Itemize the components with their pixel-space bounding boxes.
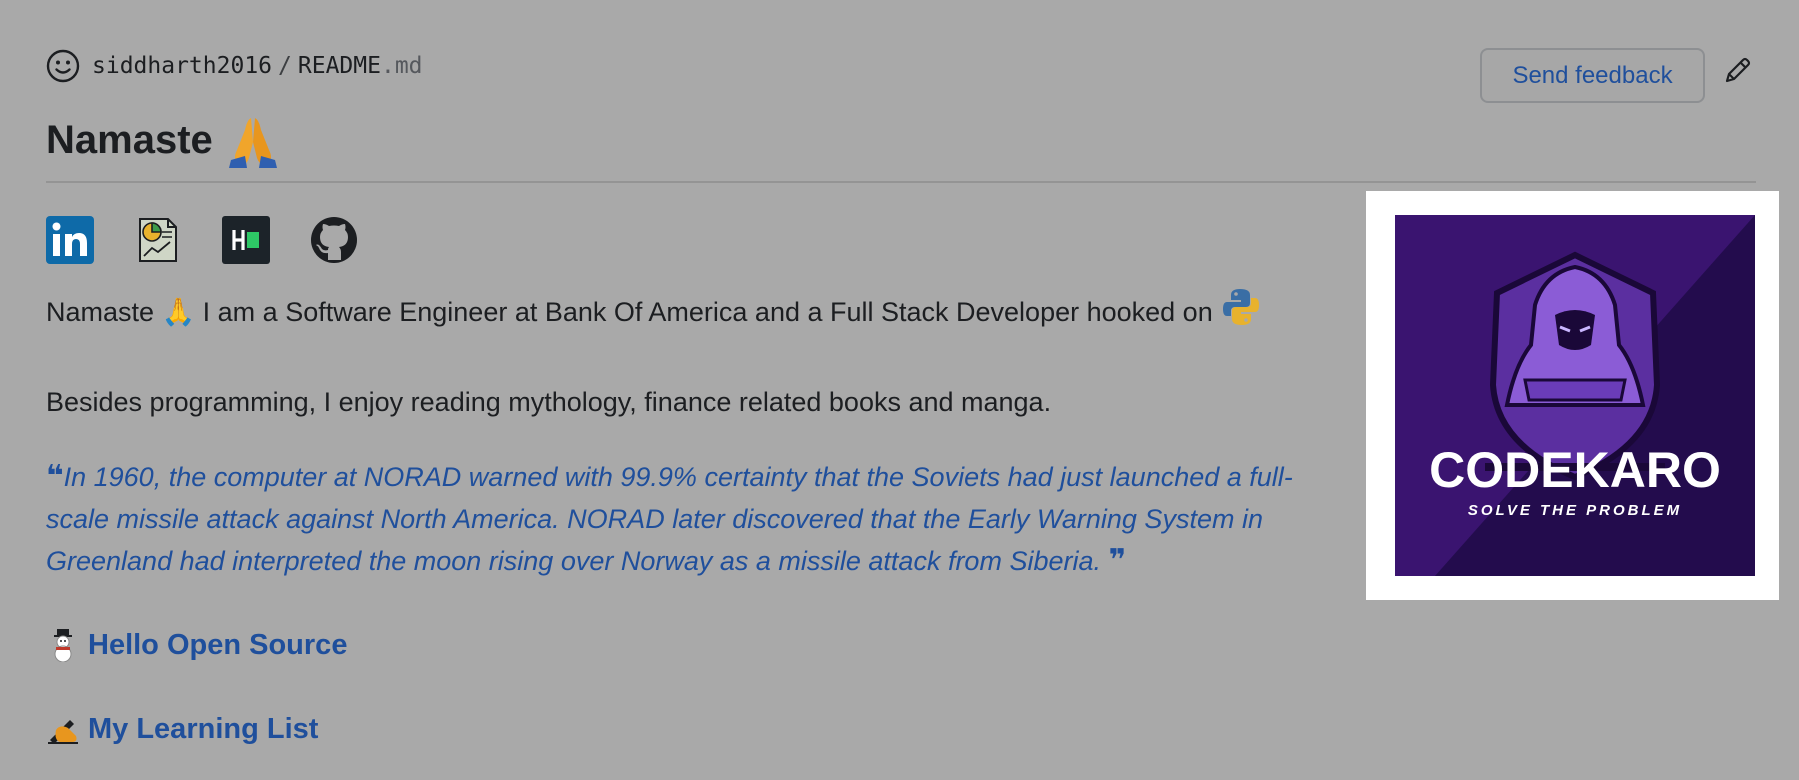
linkedin-icon[interactable] (46, 216, 94, 264)
open-source-link[interactable]: Hello Open Source (88, 629, 347, 662)
quote-text: In 1960, the computer at NORAD warned wi… (46, 462, 1293, 576)
open-source-heading[interactable]: Hello Open Source (46, 628, 347, 662)
pencil-icon[interactable] (1722, 54, 1754, 86)
page-title: Namaste (46, 112, 281, 168)
learning-list-heading[interactable]: My Learning List (46, 712, 318, 746)
file-name: README (297, 53, 381, 79)
repo-owner-link[interactable]: siddharth2016 (92, 53, 272, 79)
page-title-text: Namaste (46, 117, 213, 162)
hackerrank-icon[interactable] (222, 216, 270, 264)
learning-list-link[interactable]: My Learning List (88, 713, 318, 746)
snowman-icon (54, 629, 72, 662)
codekaro-logo: CODEKARO SOLVE THE PROBLEM (1395, 215, 1755, 576)
open-quote-icon: ❝ (46, 460, 64, 493)
file-extension: .md (380, 53, 423, 79)
breadcrumb-separator: / (278, 53, 292, 79)
intro-text: Namaste 🙏 I am a Software Engineer at Ba… (46, 297, 1213, 327)
writing-hand-icon (48, 720, 78, 744)
send-feedback-button[interactable]: Send feedback (1480, 48, 1705, 103)
smiley-icon (46, 49, 80, 83)
intro-paragraph: Namaste 🙏 I am a Software Engineer at Ba… (46, 289, 1261, 328)
social-badges (46, 216, 398, 264)
quote-block: ❝In 1960, the computer at NORAD warned w… (46, 456, 1346, 582)
report-icon[interactable] (134, 216, 182, 264)
python-icon (1222, 289, 1259, 325)
logo-title: CODEKARO (1429, 442, 1721, 498)
github-icon[interactable] (310, 216, 358, 264)
hobbies-paragraph: Besides programming, I enjoy reading myt… (46, 387, 1052, 417)
logo-tagline: SOLVE THE PROBLEM (1468, 502, 1682, 519)
close-quote-icon: ❞ (1108, 544, 1127, 577)
folded-hands-icon (228, 118, 277, 168)
title-divider (46, 181, 1756, 183)
breadcrumb: siddharth2016 / README .md (46, 46, 423, 86)
